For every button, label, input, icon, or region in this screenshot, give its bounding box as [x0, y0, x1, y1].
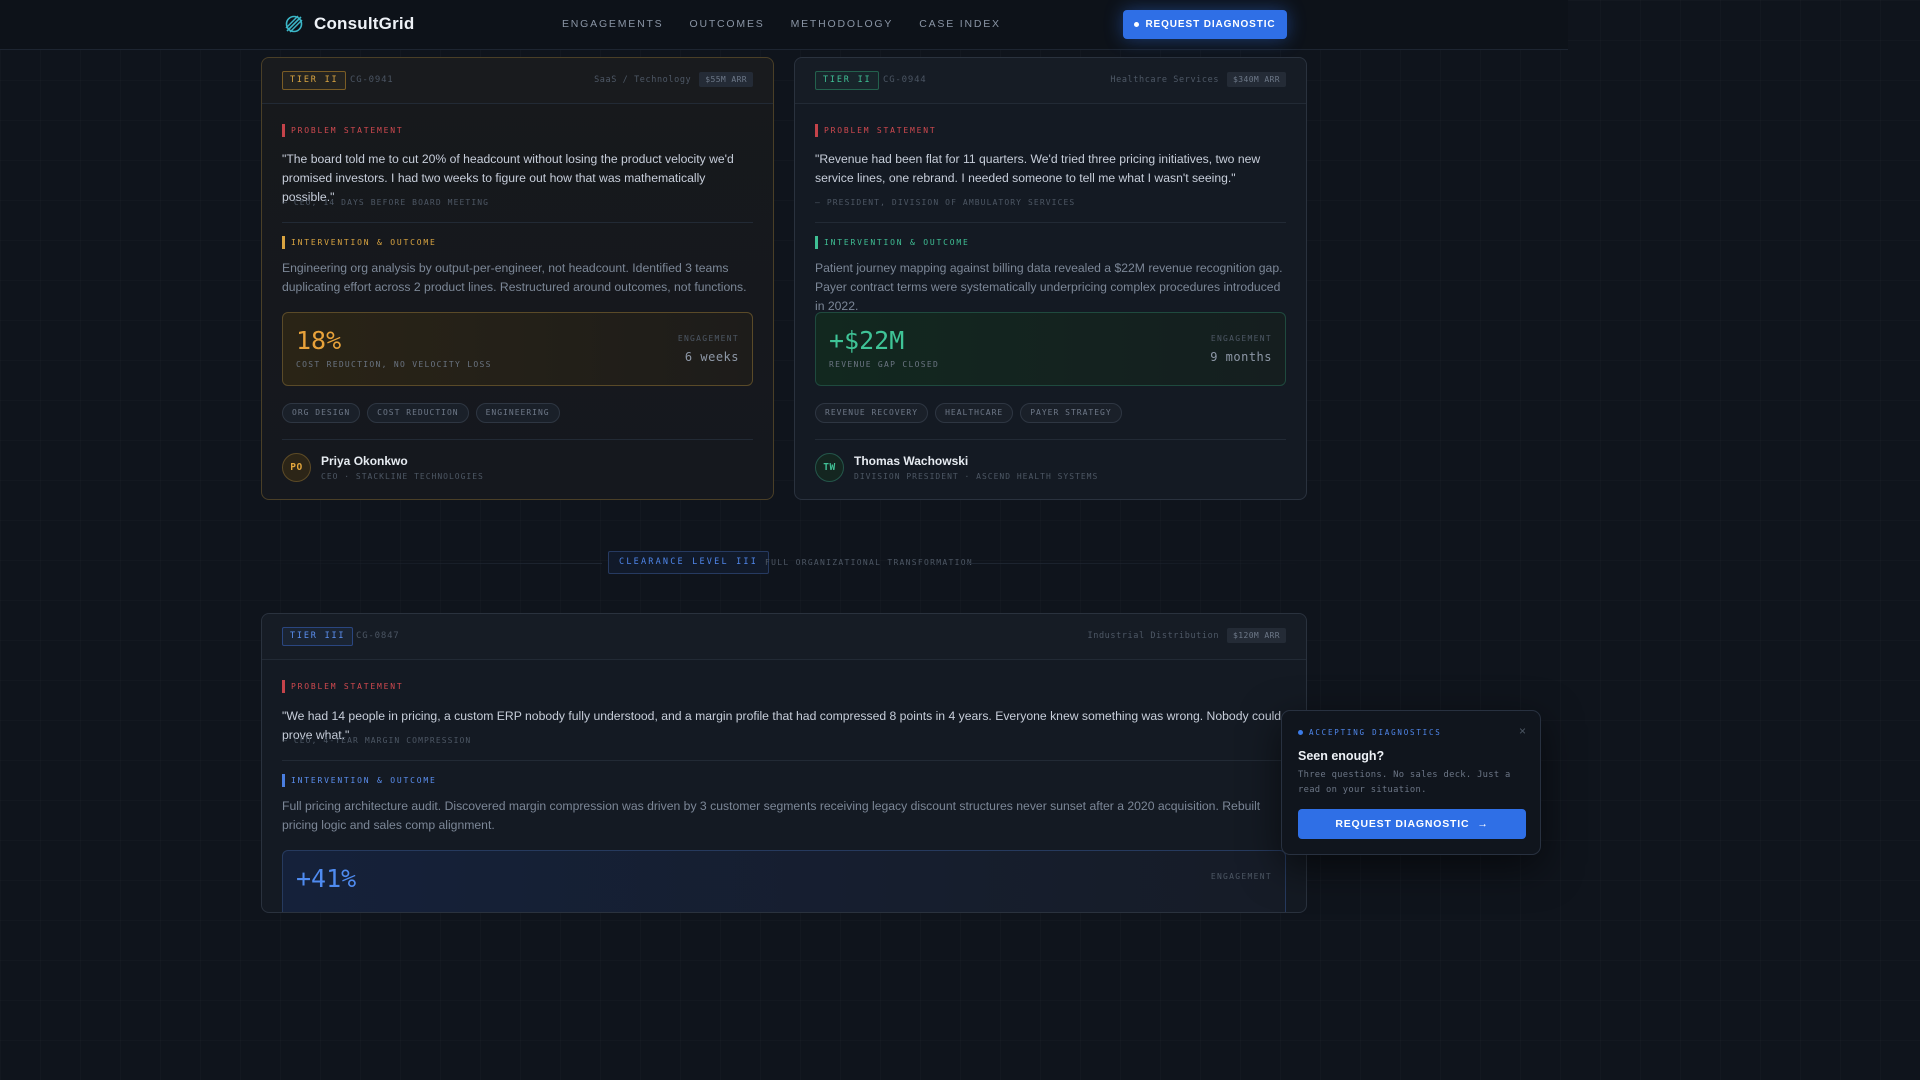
status-dot-icon — [1134, 22, 1140, 27]
metric-caption: REVENUE GAP CLOSED — [829, 360, 940, 369]
section-divider — [282, 222, 753, 223]
client-name: Priya Okonkwo — [321, 454, 408, 468]
metric-value: +$22M — [829, 326, 905, 355]
tag[interactable]: ENGINEERING — [475, 403, 560, 423]
section-divider — [815, 222, 1286, 223]
arrow-right-icon: → — [1477, 818, 1489, 830]
problem-statement-label: PROBLEM STATEMENT — [815, 124, 936, 137]
tag-list: ORG DESIGN COST REDUCTION ENGINEERING — [282, 403, 560, 423]
engagement-label: ENGAGEMENT — [677, 334, 739, 343]
client-info: Priya Okonkwo CEO · STACKLINE TECHNOLOGI… — [321, 454, 484, 481]
brand-name: ConsultGrid — [314, 14, 415, 33]
problem-statement-label: PROBLEM STATEMENT — [282, 124, 403, 137]
request-diagnostic-label: REQUEST DIAGNOSTIC — [1145, 19, 1276, 30]
tier-badge: TIER II — [815, 71, 880, 90]
avatar: PO — [282, 453, 311, 482]
popup-request-diagnostic-button[interactable]: REQUEST DIAGNOSTIC → — [1298, 809, 1526, 839]
card-header: TIER II CG-0941 SaaS / Technology $55M A… — [262, 58, 773, 104]
tier-badge: TIER III — [282, 627, 354, 646]
sector-label: Industrial Distribution — [1087, 630, 1220, 641]
problem-quote: "Revenue had been flat for 11 quarters. … — [815, 152, 1261, 185]
nav-link-case-index[interactable]: CASE INDEX — [919, 18, 1001, 30]
request-diagnostic-button[interactable]: REQUEST DIAGNOSTIC — [1123, 10, 1287, 39]
client-role: DIVISION PRESIDENT · ASCEND HEALTH SYSTE… — [854, 472, 1099, 481]
metric-caption: COST REDUCTION, NO VELOCITY LOSS — [296, 360, 492, 369]
tag[interactable]: PAYER STRATEGY — [1020, 403, 1122, 423]
engagement-label: ENGAGEMENT — [1210, 872, 1272, 881]
tag[interactable]: HEALTHCARE — [935, 403, 1014, 423]
engagement-duration: 6 weeks — [684, 350, 739, 364]
card-meta: Industrial Distribution $120M ARR — [1088, 628, 1286, 643]
card-meta: SaaS / Technology $55M ARR — [594, 72, 753, 87]
client-profile: PO Priya Okonkwo CEO · STACKLINE TECHNOL… — [282, 453, 484, 482]
nav-links: ENGAGEMENTS OUTCOMES METHODOLOGY CASE IN… — [562, 18, 1001, 30]
case-id: CG-0847 — [356, 631, 400, 641]
card-header: TIER III CG-0847 Industrial Distribution… — [262, 614, 1306, 660]
outcome-text: Full pricing architecture audit. Discove… — [282, 799, 1261, 832]
diagnostic-popup: ACCEPTING DIAGNOSTICS × Seen enough? Thr… — [1281, 710, 1541, 855]
outcome-text: Patient journey mapping against billing … — [815, 261, 1283, 313]
status-dot-icon — [1298, 730, 1303, 735]
case-card-cg-0944: TIER II CG-0944 Healthcare Services $340… — [794, 57, 1307, 500]
popup-status-label: ACCEPTING DIAGNOSTICS — [1309, 728, 1442, 737]
client-info: Thomas Wachowski DIVISION PRESIDENT · AS… — [854, 454, 1098, 481]
clearance-rule-left — [262, 563, 602, 564]
brand[interactable]: ConsultGrid — [284, 13, 414, 35]
case-id: CG-0941 — [350, 75, 394, 85]
outcome-label: INTERVENTION & OUTCOME — [282, 774, 437, 787]
engagement-duration: 9 months — [1210, 350, 1272, 364]
metric-panel: 18% COST REDUCTION, NO VELOCITY LOSS ENG… — [282, 312, 753, 386]
metric-value: +41% — [296, 864, 357, 893]
problem-statement-label: PROBLEM STATEMENT — [282, 680, 403, 693]
arr-badge: $55M ARR — [699, 72, 753, 87]
nav-link-methodology[interactable]: METHODOLOGY — [791, 18, 894, 30]
section-divider — [815, 439, 1286, 440]
section-divider — [282, 439, 753, 440]
client-role: CEO · STACKLINE TECHNOLOGIES — [321, 472, 484, 481]
outcome-text: Engineering org analysis by output-per-e… — [282, 261, 747, 294]
client-profile: TW Thomas Wachowski DIVISION PRESIDENT ·… — [815, 453, 1098, 482]
quote-attribution: — PRESIDENT, DIVISION OF AMBULATORY SERV… — [815, 198, 1076, 207]
arr-badge: $120M ARR — [1227, 628, 1286, 643]
quote-attribution: — CEO, 14 DAYS BEFORE BOARD MEETING — [282, 198, 490, 207]
metric-panel: +41% ENGAGEMENT — [282, 850, 1286, 912]
close-icon[interactable]: × — [1519, 724, 1526, 738]
sector-label: SaaS / Technology — [594, 74, 692, 85]
metric-value: 18% — [296, 326, 342, 355]
popup-cta-label: REQUEST DIAGNOSTIC — [1335, 818, 1470, 830]
brand-logo-icon — [285, 15, 303, 33]
outcome-label: INTERVENTION & OUTCOME — [282, 236, 437, 249]
popup-title: Seen enough? — [1298, 749, 1385, 763]
tag[interactable]: ORG DESIGN — [282, 403, 361, 423]
client-name: Thomas Wachowski — [854, 454, 969, 468]
section-divider — [282, 760, 1286, 761]
metric-panel: +$22M REVENUE GAP CLOSED ENGAGEMENT 9 mo… — [815, 312, 1286, 386]
popup-text: Three questions. No sales deck. Just a r… — [1298, 770, 1511, 795]
clearance-rule-right — [966, 563, 1306, 564]
tag-list: REVENUE RECOVERY HEALTHCARE PAYER STRATE… — [815, 403, 1122, 423]
tier-badge: TIER II — [282, 71, 347, 90]
clearance-description: FULL ORGANIZATIONAL TRANSFORMATION — [765, 558, 973, 567]
engagement-label: ENGAGEMENT — [1210, 334, 1272, 343]
arr-badge: $340M ARR — [1227, 72, 1286, 87]
avatar: TW — [815, 453, 844, 482]
card-header: TIER II CG-0944 Healthcare Services $340… — [795, 58, 1306, 104]
outcome-label: INTERVENTION & OUTCOME — [815, 236, 970, 249]
nav-link-engagements[interactable]: ENGAGEMENTS — [562, 18, 663, 30]
case-card-cg-0941: TIER II CG-0941 SaaS / Technology $55M A… — [261, 57, 774, 500]
sector-label: Healthcare Services — [1110, 74, 1220, 85]
case-card-cg-0847: TIER III CG-0847 Industrial Distribution… — [261, 613, 1307, 913]
nav-link-outcomes[interactable]: OUTCOMES — [689, 18, 764, 30]
clearance-badge: CLEARANCE LEVEL III — [608, 551, 770, 574]
top-nav: ConsultGrid ENGAGEMENTS OUTCOMES METHODO… — [0, 0, 1568, 50]
quote-attribution: — CEO, 4-YEAR MARGIN COMPRESSION — [282, 736, 472, 745]
case-id: CG-0944 — [883, 75, 927, 85]
tag[interactable]: COST REDUCTION — [367, 403, 469, 423]
tag[interactable]: REVENUE RECOVERY — [815, 403, 929, 423]
card-meta: Healthcare Services $340M ARR — [1110, 72, 1286, 87]
popup-status: ACCEPTING DIAGNOSTICS — [1298, 728, 1442, 737]
